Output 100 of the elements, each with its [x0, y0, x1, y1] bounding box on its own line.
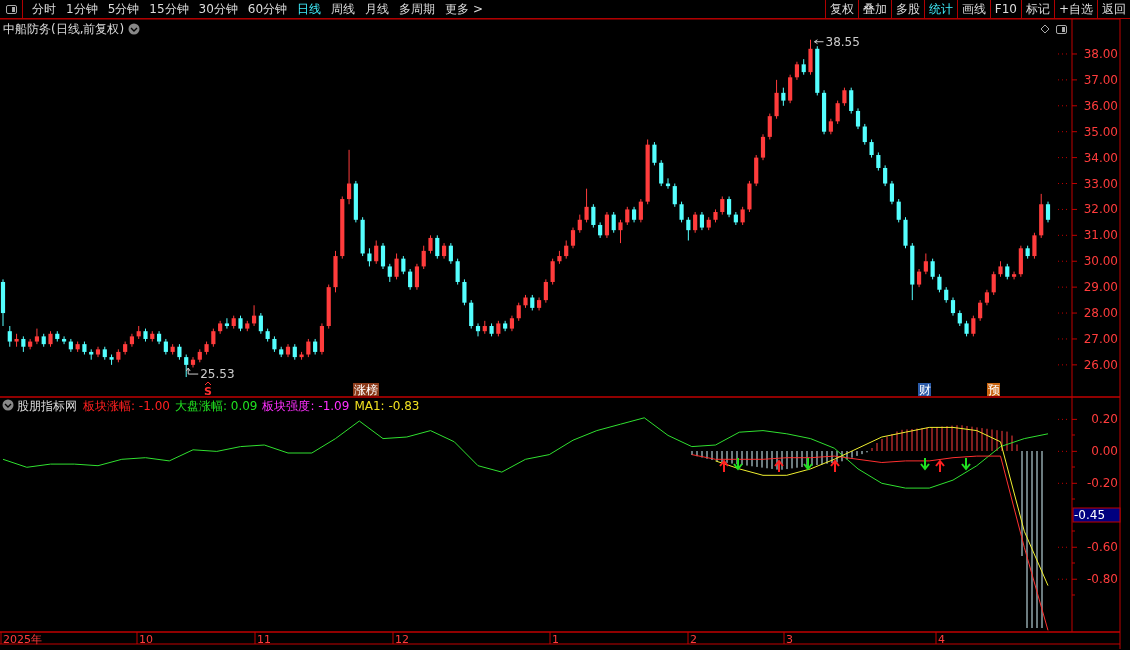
candlestick — [584, 188, 589, 223]
period-tab[interactable]: 分时 — [27, 0, 61, 18]
candlestick — [204, 341, 209, 355]
toolbar-button[interactable]: 统计 — [923, 0, 957, 18]
period-tab[interactable]: 多周期 — [394, 0, 441, 18]
candlestick — [896, 198, 901, 223]
candlestick — [679, 201, 684, 223]
stock-title: 中船防务(日线,前复权) — [3, 22, 125, 36]
event-tag[interactable]: 财 — [918, 383, 931, 397]
period-tab[interactable]: 周线 — [326, 0, 361, 18]
candlestick — [394, 252, 399, 280]
axis-tick-label: 30.00 — [1083, 254, 1118, 269]
candlestick — [231, 315, 236, 330]
up-arrow-icon — [774, 459, 784, 473]
caret-icon — [204, 381, 212, 386]
candlestick — [245, 320, 250, 332]
axis-tick-label: -0.80 — [1086, 572, 1118, 587]
candlestick — [591, 203, 596, 229]
axis-tick-label: 34.00 — [1083, 150, 1118, 165]
date-label: 12 — [395, 633, 409, 646]
toolbar-button[interactable]: 返回 — [1097, 0, 1130, 18]
date-label: 3 — [786, 633, 793, 646]
candlestick — [1025, 245, 1030, 260]
candlestick — [238, 315, 243, 332]
candlestick — [876, 151, 881, 172]
candlestick — [326, 284, 331, 330]
axis-tick-label: 0.00 — [1091, 444, 1118, 459]
axis-tick-label: 31.00 — [1083, 228, 1118, 243]
toolbar-button[interactable]: F10 — [989, 0, 1021, 18]
candlestick — [774, 79, 779, 120]
toolbar-button[interactable]: 多股 — [890, 0, 924, 18]
period-tab[interactable]: 5分钟 — [102, 0, 145, 18]
candlestick — [720, 195, 725, 216]
toolbar-button[interactable]: +自选 — [1053, 0, 1097, 18]
candlestick — [55, 330, 60, 343]
toolbar-button[interactable]: 画线 — [956, 0, 990, 18]
down-arrow-icon — [803, 457, 813, 471]
period-tab[interactable]: 60分钟 — [242, 0, 293, 18]
period-tab[interactable]: 1分钟 — [61, 0, 103, 18]
candlestick — [842, 87, 847, 107]
toolbar-button[interactable]: 复权 — [824, 0, 858, 18]
candlestick — [964, 320, 969, 337]
axis-tick-label: 0.20 — [1091, 412, 1118, 427]
candlestick — [265, 328, 270, 343]
candlestick — [489, 322, 494, 337]
axis-tick-label: -0.20 — [1086, 476, 1118, 491]
down-arrow-icon — [733, 457, 743, 471]
indicator-name: 股朋指标网 — [17, 399, 77, 413]
panel-toggle-icon[interactable] — [5, 4, 17, 14]
date-label: 11 — [257, 633, 271, 646]
candlestick — [611, 211, 616, 234]
candlestick — [557, 250, 562, 265]
period-tab[interactable]: 更多 > — [440, 0, 488, 18]
down-arrow-icon — [961, 457, 971, 471]
candlestick — [82, 341, 87, 355]
cursor-value-label: -0.45 — [1072, 507, 1121, 523]
dropdown-icon[interactable] — [128, 23, 140, 35]
candlestick — [686, 216, 691, 241]
axis-tick-label: 32.00 — [1083, 202, 1118, 217]
event-tag[interactable]: 涨榜 — [353, 383, 379, 397]
candlestick — [435, 234, 440, 260]
period-tab[interactable]: 15分钟 — [144, 0, 194, 18]
date-label: 2025年 — [3, 633, 42, 646]
candlestick — [930, 258, 935, 280]
up-arrow-icon — [830, 459, 840, 473]
candlestick — [21, 335, 26, 353]
candlestick — [367, 247, 372, 267]
candlestick — [801, 58, 806, 76]
candlestick — [75, 341, 80, 353]
candlestick — [401, 255, 406, 275]
period-tab[interactable]: 日线 — [292, 0, 327, 18]
toolbar-button[interactable]: 标记 — [1020, 0, 1054, 18]
axis-tick-label: 33.00 — [1083, 176, 1118, 191]
panel-toggle-icon[interactable] — [1056, 25, 1067, 34]
candlestick — [421, 245, 426, 270]
date-label: 2 — [690, 633, 697, 646]
toolbar-button[interactable]: 叠加 — [857, 0, 891, 18]
dropdown-icon[interactable] — [2, 399, 14, 411]
period-tab[interactable]: 30分钟 — [193, 0, 243, 18]
candlestick — [462, 278, 467, 306]
candlestick — [340, 195, 345, 260]
candlestick — [211, 328, 216, 348]
axis-tick-label: 28.00 — [1083, 306, 1118, 321]
candlestick — [910, 242, 915, 301]
axis-tick-label: 37.00 — [1083, 72, 1118, 87]
event-tag[interactable]: 预 — [987, 383, 1000, 397]
candlestick — [299, 351, 304, 361]
axis-tick-label: 36.00 — [1083, 98, 1118, 113]
diamond-icon[interactable] — [1040, 24, 1050, 34]
candlestick — [143, 328, 148, 343]
period-tab[interactable]: 月线 — [360, 0, 395, 18]
down-arrow-icon — [920, 457, 930, 471]
axis-tick-label: 35.00 — [1083, 124, 1118, 139]
legend-item: 大盘涨幅: 0.09 — [174, 399, 258, 413]
candlestick — [815, 45, 820, 96]
candlestick — [1032, 232, 1037, 260]
candlestick — [177, 343, 182, 361]
candlestick — [116, 348, 121, 363]
candlestick — [306, 338, 311, 358]
candlestick — [428, 234, 433, 254]
